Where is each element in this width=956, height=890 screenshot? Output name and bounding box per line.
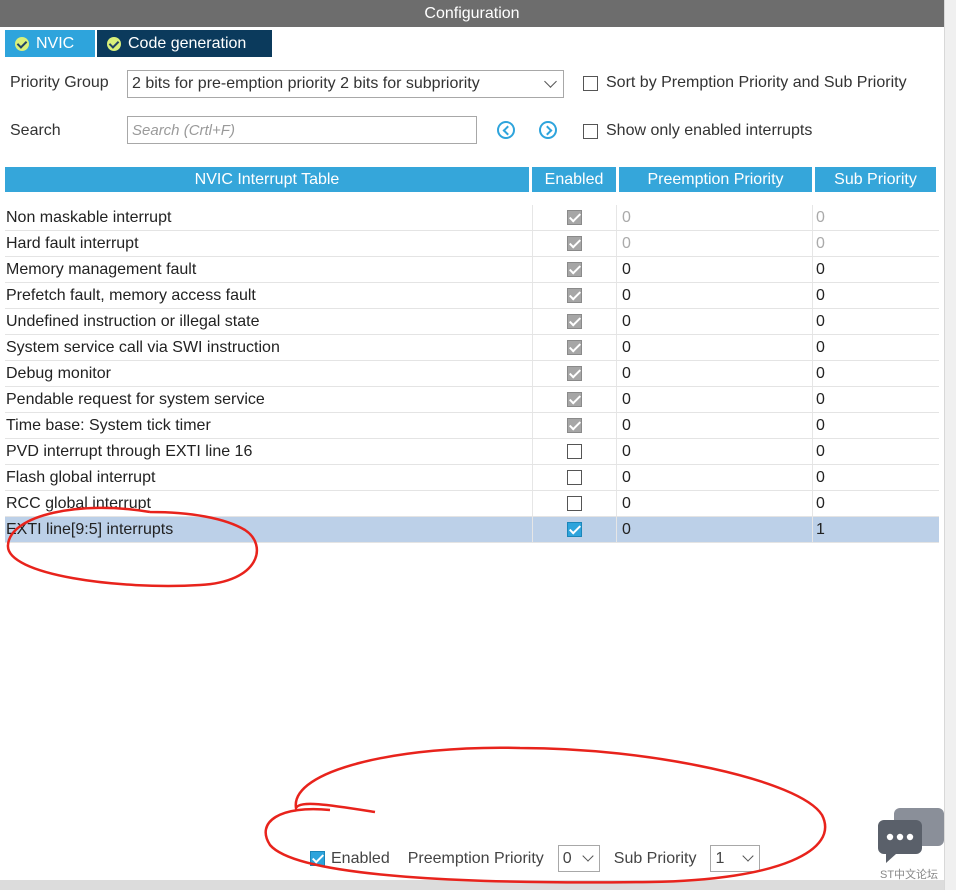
annotation-circle-bottom bbox=[264, 746, 827, 884]
annotation-circle-top bbox=[6, 506, 259, 588]
chat-bubble-icon[interactable] bbox=[876, 808, 944, 864]
annotation-overlay bbox=[6, 506, 827, 884]
watermark-text: ST中文论坛 bbox=[880, 869, 939, 881]
